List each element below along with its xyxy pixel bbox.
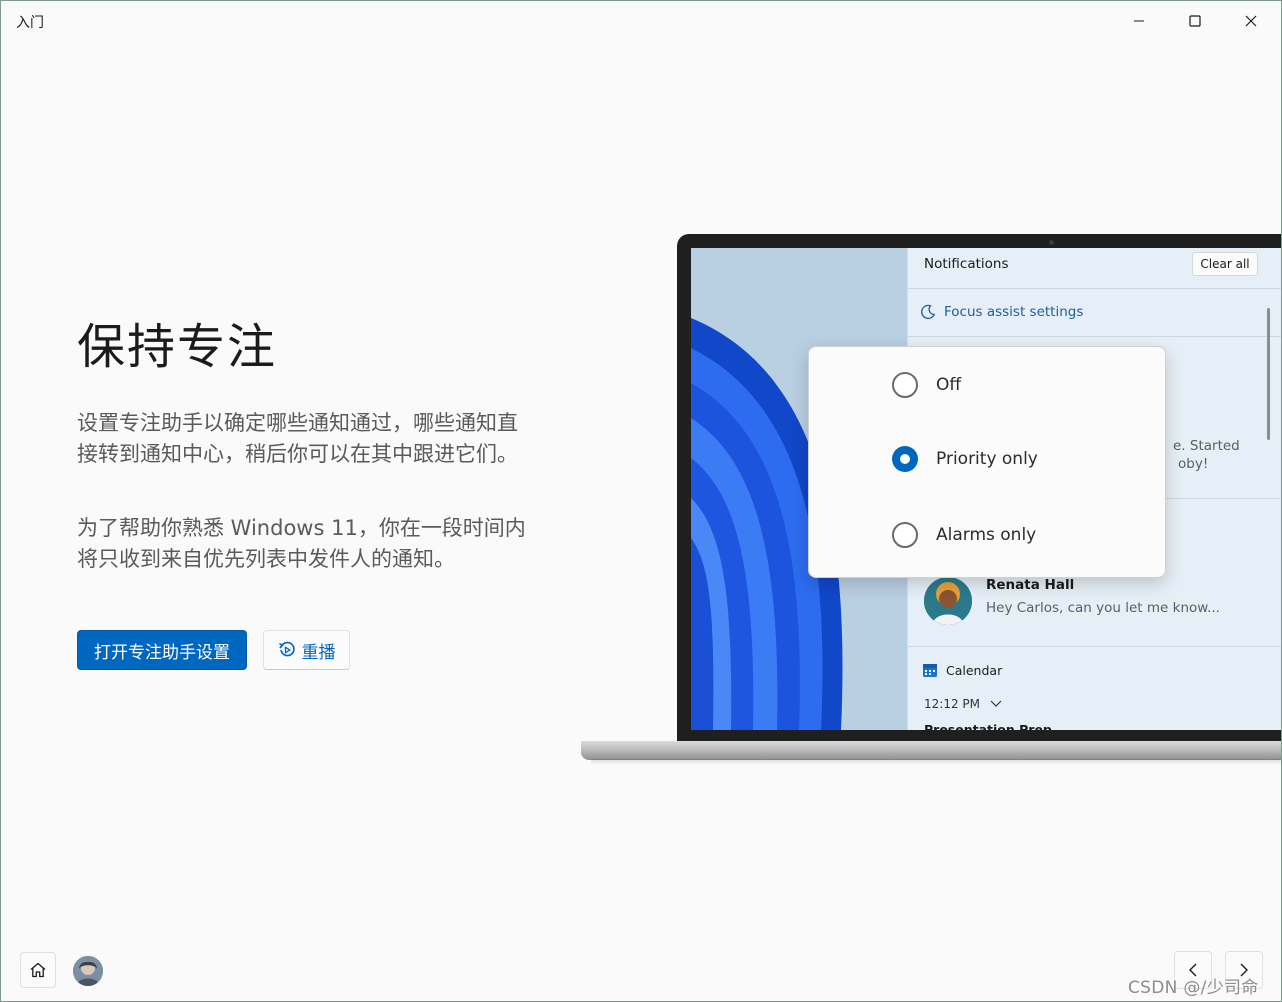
- option-label: Alarms only: [936, 525, 1037, 545]
- radio-off: [892, 522, 918, 548]
- replay-button[interactable]: 重播: [263, 630, 350, 670]
- user-photo: [73, 956, 103, 986]
- window-title: 入门: [16, 15, 44, 31]
- home-button[interactable]: [20, 952, 56, 988]
- close-icon: [1245, 15, 1257, 27]
- calendar-app-name: Calendar: [946, 662, 1003, 678]
- focus-option-priority-only: Priority only: [892, 446, 1038, 472]
- radio-on: [892, 446, 918, 472]
- laptop-screen: Notifications Clear all Focus assist set…: [691, 248, 1281, 730]
- focus-option-off: Off: [892, 372, 961, 398]
- open-settings-label: 打开专注助手设置: [94, 642, 230, 663]
- option-label: Priority only: [936, 449, 1038, 469]
- camera-dot: [1049, 240, 1054, 245]
- divider: [908, 336, 1281, 337]
- clear-all-button: Clear all: [1192, 252, 1258, 276]
- focus-assist-settings-link: Focus assist settings: [920, 304, 1083, 320]
- moon-icon: [921, 304, 936, 320]
- replay-icon: [278, 641, 295, 657]
- focus-assist-options-popup: Off Priority only Alarms only: [808, 346, 1166, 578]
- close-button[interactable]: [1223, 1, 1279, 41]
- calendar-icon: [923, 664, 937, 677]
- scrollbar: [1267, 308, 1270, 440]
- minimize-icon: [1134, 20, 1144, 22]
- partial-notification-text: oby!: [1178, 456, 1209, 472]
- divider: [908, 288, 1281, 289]
- open-focus-assist-settings-button[interactable]: 打开专注助手设置: [77, 630, 247, 670]
- calendar-time: 12:12 PM: [924, 697, 980, 711]
- calendar-notification-header: Calendar: [922, 662, 1002, 678]
- laptop-shadow: [591, 759, 1281, 765]
- minimize-button[interactable]: [1111, 1, 1167, 41]
- option-label: Off: [936, 375, 962, 395]
- focus-option-alarms-only: Alarms only: [892, 522, 1036, 548]
- calendar-event-title: Presentation Prep: [924, 722, 1052, 730]
- title-bar: 入门: [1, 1, 1281, 41]
- avatar: [924, 577, 972, 625]
- get-started-window: 入门 保持专注 设置专注助手以确定哪些通知通过，哪些通知直接转到通知中心，稍后你…: [0, 0, 1282, 1002]
- page-title: 保持专注: [77, 319, 278, 375]
- maximize-icon: [1189, 15, 1201, 27]
- description-paragraph: 设置专注助手以确定哪些通知通过，哪些通知直接转到通知中心，稍后你可以在其中跟进它…: [77, 411, 518, 466]
- message-sender: Renata Hall: [986, 577, 1075, 593]
- home-icon: [30, 962, 46, 978]
- notifications-title: Notifications: [924, 256, 1009, 272]
- clear-all-label: Clear all: [1200, 257, 1250, 271]
- calendar-time-row: 12:12 PM: [924, 697, 1002, 711]
- message-preview: Hey Carlos, can you let me know...: [986, 600, 1220, 616]
- laptop-base: [581, 741, 1281, 760]
- radio-off: [892, 372, 918, 398]
- user-avatar[interactable]: [73, 956, 103, 986]
- chevron-down-icon: [990, 700, 1002, 707]
- watermark: CSDN @/少司命: [1128, 978, 1259, 998]
- focus-assist-settings-label: Focus assist settings: [944, 304, 1084, 320]
- divider: [908, 646, 1281, 647]
- partial-notification-text: e. Started: [1173, 438, 1240, 454]
- info-paragraph: 为了帮助你熟悉 Windows 11，你在一段时间内将只收到来自优先列表中发件人…: [77, 516, 526, 571]
- laptop-illustration: Notifications Clear all Focus assist set…: [677, 234, 1281, 744]
- maximize-button[interactable]: [1167, 1, 1223, 41]
- replay-label: 重播: [301, 642, 336, 663]
- person-photo: [924, 577, 972, 625]
